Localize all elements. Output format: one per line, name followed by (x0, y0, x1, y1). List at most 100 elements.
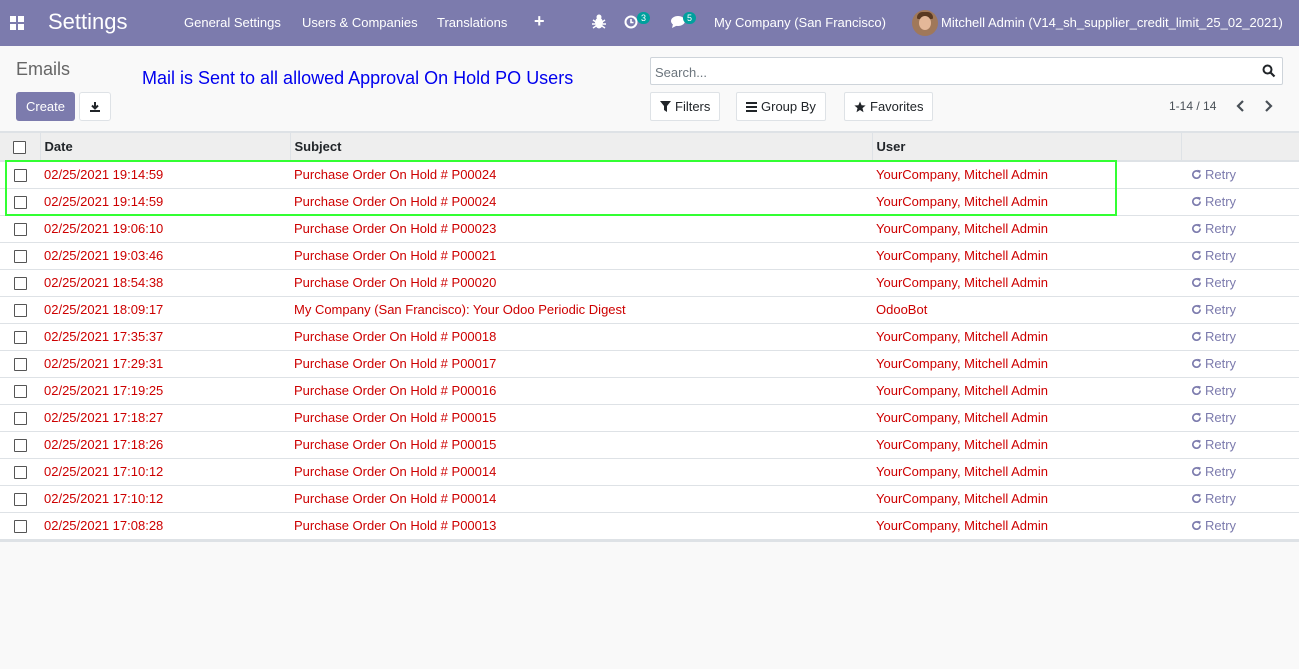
row-user: YourCompany, Mitchell Admin (876, 194, 1048, 209)
row-checkbox[interactable] (13, 358, 27, 372)
company-switcher[interactable]: My Company (San Francisco) (714, 15, 886, 30)
activity-clock-icon[interactable]: 3 (624, 12, 651, 31)
row-date: 02/25/2021 17:35:37 (44, 329, 164, 344)
table-row[interactable]: 02/25/2021 17:18:26 Purchase Order On Hol… (0, 431, 1299, 458)
select-all-checkbox[interactable] (13, 141, 27, 155)
search-input[interactable] (655, 62, 1255, 82)
debug-bug-icon[interactable] (591, 13, 607, 31)
table-row[interactable]: 02/25/2021 17:10:12 Purchase Order On Hol… (0, 458, 1299, 485)
retry-button[interactable]: Retry (1191, 275, 1236, 290)
retry-button[interactable]: Retry (1191, 167, 1236, 182)
table-row[interactable]: 02/25/2021 19:03:46 Purchase Order On Hol… (0, 242, 1299, 269)
retry-button[interactable]: Retry (1191, 248, 1236, 263)
row-subject: Purchase Order On Hold # P00017 (294, 356, 497, 371)
activity-count-badge: 3 (637, 12, 651, 24)
row-user: YourCompany, Mitchell Admin (876, 437, 1048, 452)
row-actions-cell: Retry (1181, 431, 1299, 458)
row-user: YourCompany, Mitchell Admin (876, 167, 1048, 183)
menu-translations[interactable]: Translations (437, 15, 507, 30)
retry-label: Retry (1205, 355, 1237, 371)
row-actions-cell: Retry (1181, 188, 1299, 215)
row-checkbox[interactable] (13, 385, 27, 399)
table-row[interactable]: 02/25/2021 17:10:12 Purchase Order On Hol… (0, 485, 1299, 512)
favorites-button[interactable]: Favorites (844, 92, 934, 121)
filters-button[interactable]: Filters (650, 92, 721, 121)
row-checkbox[interactable] (13, 520, 27, 534)
messaging-chat-icon[interactable]: 5 (670, 12, 697, 31)
user-menu[interactable]: Mitchell Admin (V14_sh_supplier_credit_l… (941, 15, 1283, 30)
row-checkbox[interactable] (13, 466, 27, 480)
group-by-button[interactable]: Group By (736, 92, 826, 121)
retry-button[interactable]: Retry (1191, 383, 1236, 398)
refresh-icon (1192, 439, 1201, 449)
retry-label: Retry (1205, 301, 1237, 317)
column-header-date[interactable]: Date (40, 132, 291, 161)
row-date: 02/25/2021 19:06:10 (44, 221, 164, 236)
row-checkbox[interactable] (13, 277, 27, 291)
retry-button[interactable]: Retry (1191, 329, 1236, 344)
apps-grid-icon[interactable] (10, 16, 24, 30)
table-row[interactable]: 02/25/2021 19:06:10 Purchase Order On Hol… (0, 215, 1299, 242)
row-actions-cell: Retry (1181, 215, 1299, 242)
table-row[interactable]: 02/25/2021 19:14:59 Purchase Order On Hol… (0, 188, 1299, 215)
retry-button[interactable]: Retry (1191, 194, 1236, 209)
retry-button[interactable]: Retry (1191, 221, 1236, 236)
filter-funnel-icon (660, 101, 671, 112)
refresh-icon (1192, 196, 1201, 206)
row-checkbox[interactable] (13, 250, 27, 264)
table-row[interactable]: 02/25/2021 17:08:28 Purchase Order On Hol… (0, 512, 1299, 539)
row-checkbox[interactable] (13, 493, 27, 507)
retry-label: Retry (1205, 490, 1237, 506)
table-row[interactable]: 02/25/2021 19:14:59 Purchase Order On Hol… (0, 161, 1299, 188)
pager-value[interactable]: 1-14 / 14 (1169, 99, 1216, 113)
chevron-right-icon[interactable] (1261, 98, 1275, 114)
retry-button[interactable]: Retry (1191, 491, 1236, 506)
row-actions-cell: Retry (1181, 404, 1299, 431)
row-checkbox[interactable] (13, 331, 27, 345)
refresh-icon (1192, 358, 1201, 368)
retry-label: Retry (1205, 193, 1237, 209)
retry-button[interactable]: Retry (1191, 410, 1236, 425)
retry-button[interactable]: Retry (1191, 356, 1236, 371)
row-actions-cell: Retry (1181, 323, 1299, 350)
column-header-actions (1181, 132, 1299, 161)
download-icon (90, 101, 100, 112)
row-checkbox[interactable] (13, 223, 27, 237)
group-by-label: Group By (761, 99, 816, 114)
table-row[interactable]: 02/25/2021 17:19:25 Purchase Order On Hol… (0, 377, 1299, 404)
search-icon[interactable] (1262, 64, 1276, 78)
table-row[interactable]: 02/25/2021 18:54:38 Purchase Order On Hol… (0, 269, 1299, 296)
table-row[interactable]: 02/25/2021 17:29:31 Purchase Order On Hol… (0, 350, 1299, 377)
retry-button[interactable]: Retry (1191, 518, 1236, 533)
row-subject: Purchase Order On Hold # P00015 (294, 410, 497, 425)
column-header-user[interactable]: User (872, 132, 1182, 161)
row-subject: Purchase Order On Hold # P00014 (294, 491, 497, 506)
table-row[interactable]: 02/25/2021 17:18:27 Purchase Order On Hol… (0, 404, 1299, 431)
table-row[interactable]: 02/25/2021 17:35:37 Purchase Order On Hol… (0, 323, 1299, 350)
retry-button[interactable]: Retry (1191, 302, 1236, 317)
menu-users-companies[interactable]: Users & Companies (302, 15, 418, 30)
retry-button[interactable]: Retry (1191, 464, 1236, 479)
table-body: 02/25/2021 19:14:59 Purchase Order On Hol… (0, 161, 1299, 539)
create-button[interactable]: Create (16, 92, 75, 121)
row-checkbox[interactable] (13, 304, 27, 318)
retry-button[interactable]: Retry (1191, 437, 1236, 452)
menu-general-settings[interactable]: General Settings (184, 15, 281, 30)
row-checkbox[interactable] (13, 412, 27, 426)
export-button[interactable] (79, 92, 111, 121)
row-actions-cell: Retry (1181, 350, 1299, 377)
app-title: Settings (48, 9, 128, 34)
row-select-cell (0, 458, 40, 485)
table-row[interactable]: 02/25/2021 18:09:17 My Company (San Franc… (0, 296, 1299, 323)
annotation-caption: Mail is Sent to all allowed Approval On … (142, 68, 574, 88)
row-checkbox[interactable] (13, 439, 27, 453)
row-select-cell (0, 323, 40, 350)
row-checkbox[interactable] (13, 169, 27, 183)
row-date: 02/25/2021 17:10:12 (44, 464, 164, 479)
chevron-left-icon[interactable] (1234, 98, 1248, 114)
user-avatar[interactable] (912, 10, 938, 36)
row-subject: Purchase Order On Hold # P00014 (294, 464, 497, 479)
column-header-subject[interactable]: Subject (290, 132, 873, 161)
row-checkbox[interactable] (13, 196, 27, 210)
add-menu-plus-icon[interactable]: + (534, 11, 545, 32)
